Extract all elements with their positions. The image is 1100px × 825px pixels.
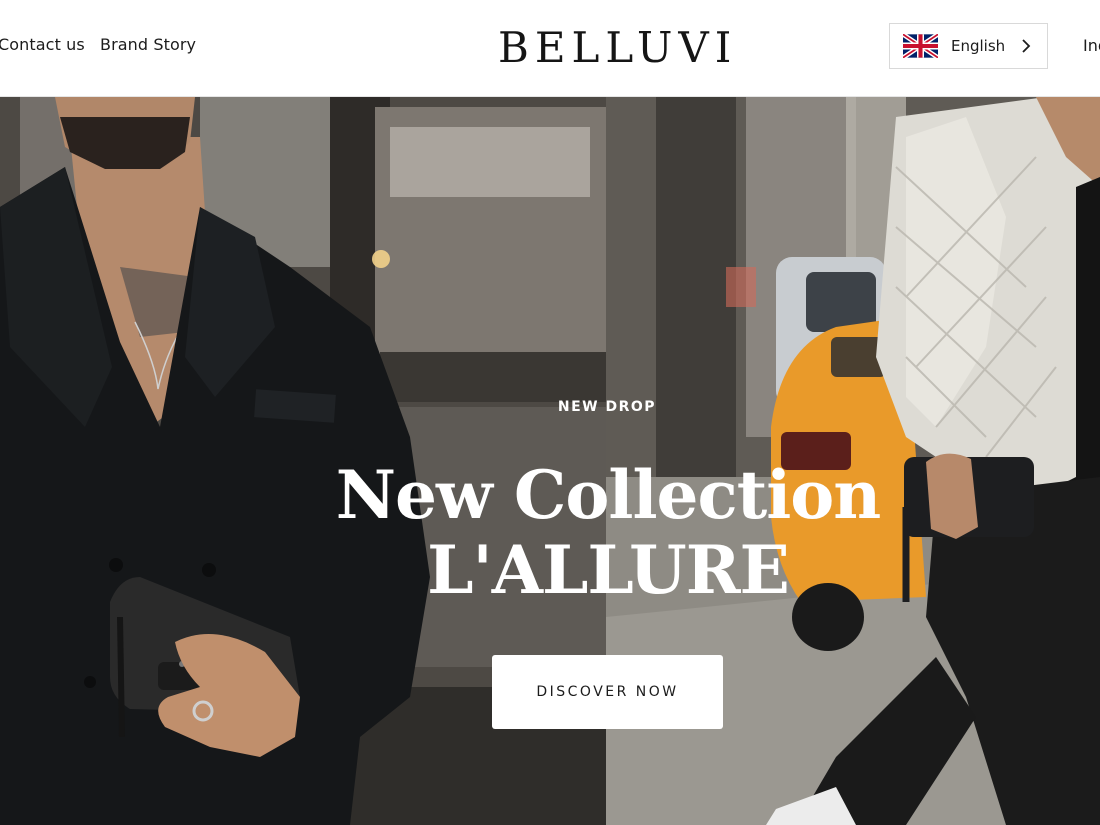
language-label: English bbox=[951, 37, 1006, 55]
brand-logo[interactable]: BELLUVI bbox=[498, 24, 731, 72]
nav-brand-story[interactable]: Brand Story bbox=[100, 35, 196, 54]
chevron-right-icon bbox=[1022, 39, 1031, 53]
hero-banner: NEW DROP New Collection L'ALLURE DISCOVE… bbox=[0, 97, 1100, 825]
language-selector[interactable]: English bbox=[889, 23, 1048, 69]
nav-item-partial[interactable]: Ind bbox=[1083, 36, 1100, 55]
discover-now-button[interactable]: DISCOVER NOW bbox=[492, 655, 723, 729]
nav-contact-us[interactable]: Contact us bbox=[0, 35, 85, 54]
uk-flag-icon bbox=[903, 34, 938, 58]
site-header: Contact us Brand Story BELLUVI English I… bbox=[0, 0, 1100, 97]
